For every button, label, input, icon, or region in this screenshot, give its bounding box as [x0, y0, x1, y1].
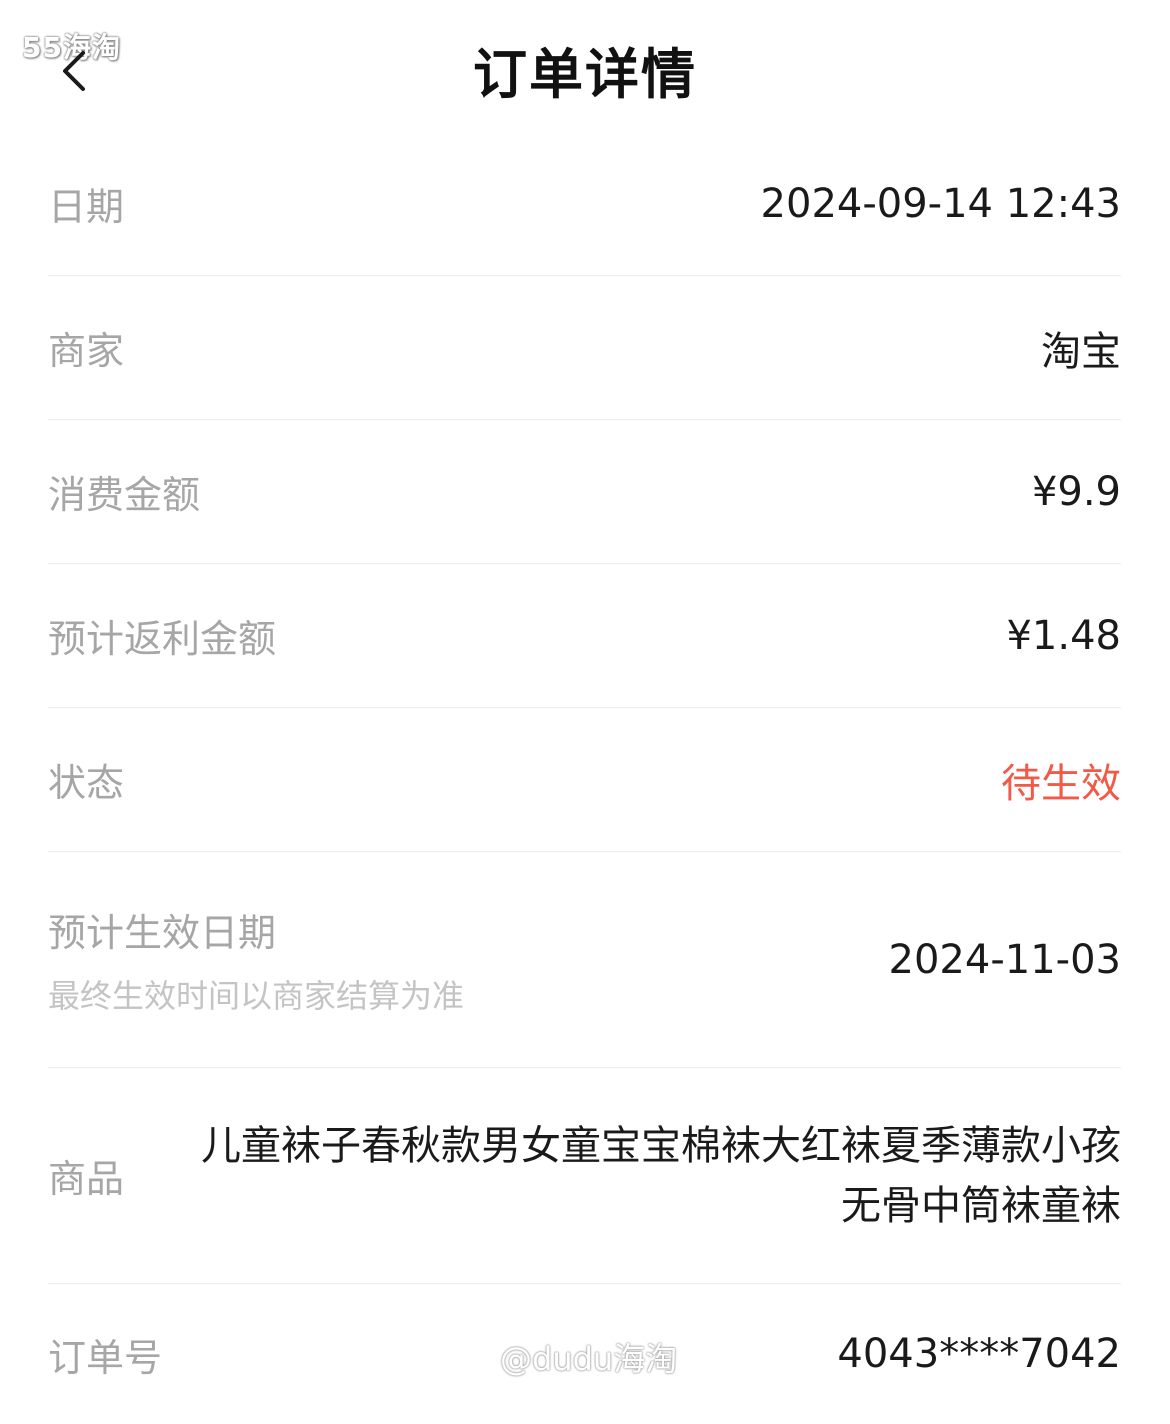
- rebate-value: ¥1.48: [1006, 612, 1121, 659]
- effective-date-label-group: 预计生效日期 最终生效时间以商家结算为准: [48, 902, 464, 1017]
- order-number-label: 订单号: [48, 1335, 163, 1380]
- date-row: 日期 2024-09-14 12:43: [48, 132, 1121, 276]
- order-detail-list: 日期 2024-09-14 12:43 商家 淘宝 消费金额 ¥9.9 预计返利…: [48, 132, 1121, 1424]
- amount-label: 消费金额: [48, 473, 201, 517]
- status-value: 待生效: [1001, 760, 1121, 807]
- product-row: 商品 儿童袜子春秋款男女童宝宝棉袜大红袜夏季薄款小孩无骨中筒袜童袜: [48, 1068, 1121, 1284]
- merchant-row: 商家 淘宝: [48, 276, 1121, 420]
- effective-date-note: 最终生效时间以商家结算为准: [48, 977, 465, 1015]
- effective-date-label: 预计生效日期: [48, 911, 277, 955]
- date-value: 2024-09-14 12:43: [760, 180, 1121, 227]
- status-row: 状态 待生效: [48, 708, 1121, 852]
- order-number-value: 4043****7042: [837, 1331, 1121, 1377]
- rebate-label: 预计返利金额: [48, 617, 277, 661]
- merchant-value: 淘宝: [1041, 328, 1121, 375]
- effective-date-row: 预计生效日期 最终生效时间以商家结算为准 2024-11-03: [48, 852, 1121, 1068]
- page-title: 订单详情: [473, 43, 697, 106]
- amount-value: ¥9.9: [1031, 468, 1121, 515]
- status-label: 状态: [48, 761, 125, 805]
- effective-date-value: 2024-11-03: [888, 936, 1121, 983]
- amount-row: 消费金额 ¥9.9: [48, 420, 1121, 564]
- rebate-row: 预计返利金额 ¥1.48: [48, 564, 1121, 708]
- product-value: 儿童袜子春秋款男女童宝宝棉袜大红袜夏季薄款小孩无骨中筒袜童袜: [201, 1122, 1121, 1229]
- merchant-label: 商家: [48, 329, 125, 373]
- date-label: 日期: [48, 185, 125, 229]
- product-label: 商品: [48, 1157, 125, 1201]
- watermark-user: @dudu海淘: [500, 1340, 678, 1378]
